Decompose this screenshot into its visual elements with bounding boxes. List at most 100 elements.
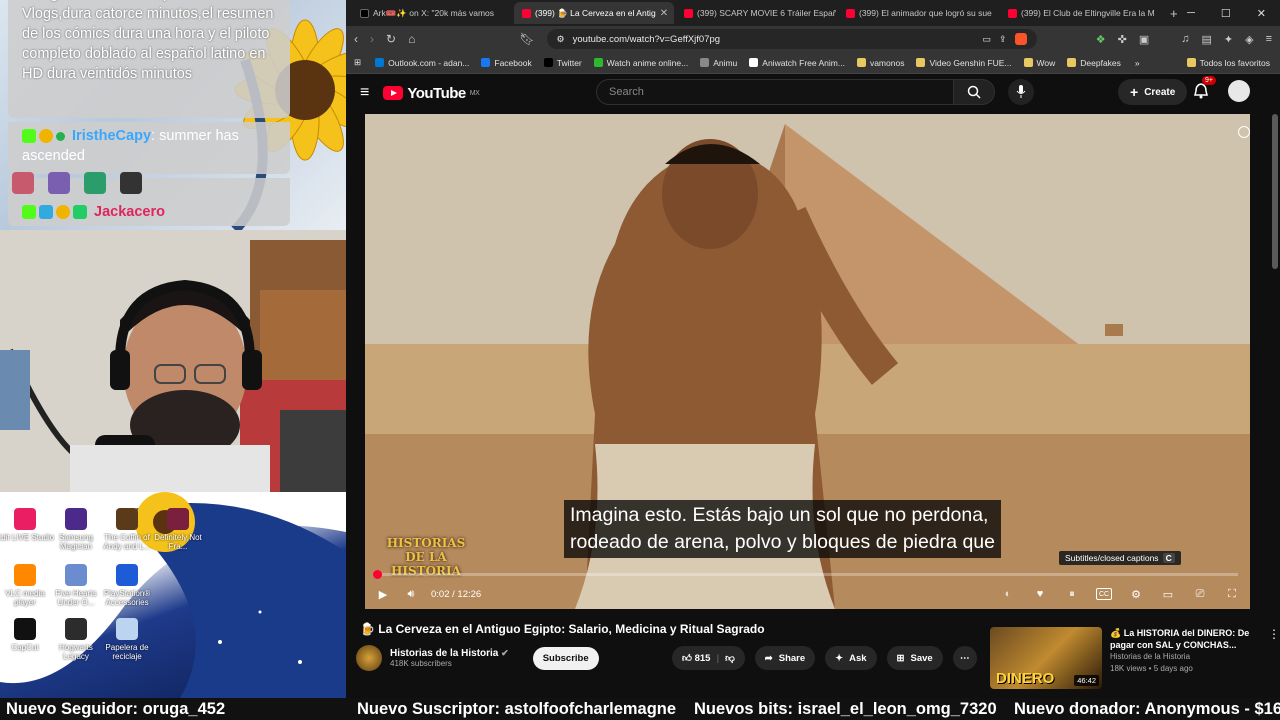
recommended-title[interactable]: 💰 La HISTORIA del DINERO: De pagar con S… bbox=[1110, 627, 1260, 651]
all-bookmarks-folder[interactable]: Todos los favoritos bbox=[1186, 57, 1280, 68]
new-tab-button[interactable]: + bbox=[1170, 6, 1178, 21]
theater-mode-icon[interactable]: ▭ bbox=[1160, 586, 1176, 602]
browser-tab[interactable]: Ark🎟️✨ on X: "20k más vamos bbox=[352, 2, 512, 24]
youtube-logo[interactable]: YouTube MX bbox=[383, 85, 480, 102]
channel-name[interactable]: Historias de la Historia ✔ bbox=[390, 648, 509, 659]
close-icon[interactable]: ✕ bbox=[1257, 7, 1266, 20]
play-button[interactable]: ▶ bbox=[375, 586, 391, 602]
recommended-video[interactable]: DINERO 46:42 💰 La HISTORIA del DINERO: D… bbox=[990, 627, 1280, 691]
forward-icon[interactable]: › bbox=[370, 32, 374, 46]
bookmark-item[interactable]: Video Genshin FUE... bbox=[916, 58, 1012, 68]
bookmark-item[interactable]: vamonos bbox=[856, 58, 904, 68]
settings-gear-icon[interactable]: ⚙︎ bbox=[1128, 586, 1144, 602]
bookmark-favicon-icon bbox=[375, 58, 385, 67]
bookmark-label: Wow bbox=[1036, 57, 1056, 68]
back-icon[interactable]: ‹ bbox=[354, 32, 358, 46]
bookmark-item[interactable]: Wow bbox=[1023, 57, 1056, 68]
page-scrollbar[interactable] bbox=[1272, 114, 1278, 269]
reload-icon[interactable]: ↻ bbox=[386, 32, 396, 46]
bookmark-item[interactable]: Facebook bbox=[481, 58, 532, 68]
heart-icon[interactable]: ♥ bbox=[1032, 586, 1048, 602]
home-icon[interactable]: ⌂ bbox=[408, 32, 415, 46]
menu-icon[interactable]: ≡ bbox=[1266, 33, 1272, 46]
save-label: Save bbox=[910, 652, 933, 664]
autoplay-toggle-icon[interactable]: ◐ bbox=[1000, 586, 1016, 602]
more-actions-button[interactable]: ⋯ bbox=[952, 646, 977, 670]
channel-avatar[interactable] bbox=[356, 645, 382, 671]
fullscreen-icon[interactable]: ⛶ bbox=[1224, 586, 1240, 602]
site-info-icon[interactable]: ⚙︎ bbox=[557, 34, 565, 45]
browser-tab[interactable]: (399) 🍺 La Cerveza en el Antig ✕ bbox=[514, 2, 674, 24]
bookmark-item[interactable]: Outlook.com - adan... bbox=[375, 58, 469, 68]
green-badge-icon bbox=[56, 131, 65, 141]
tab-list: Ark🎟️✨ on X: "20k más vamos (399) 🍺 La Ce… bbox=[352, 2, 1160, 24]
scrubber-handle[interactable] bbox=[373, 570, 382, 579]
music-icon[interactable]: ♫ bbox=[1181, 33, 1189, 46]
share-icon[interactable]: ⇪ bbox=[999, 34, 1007, 45]
ask-button[interactable]: ✦ Ask bbox=[825, 646, 877, 670]
desktop-icon[interactable]: PlayStation® Accessories bbox=[97, 564, 157, 609]
create-button[interactable]: + Create bbox=[1118, 79, 1188, 105]
progress-bar[interactable] bbox=[373, 570, 1238, 579]
bookmark-item[interactable]: Animu bbox=[700, 58, 737, 68]
sidebar-icon[interactable]: ▣ bbox=[1139, 33, 1149, 46]
recommended-meta: 18K views • 5 days ago bbox=[1110, 664, 1193, 673]
youtube-favicon-icon bbox=[522, 8, 531, 18]
bookmark-label: Deepfakes bbox=[1080, 57, 1121, 68]
more-options-icon[interactable]: ⋮ bbox=[1268, 627, 1280, 691]
share-button[interactable]: ➦ Share bbox=[754, 646, 816, 670]
app-icon bbox=[65, 618, 87, 640]
subscribe-button[interactable]: Subscribe bbox=[532, 646, 599, 670]
subtitle-line: rodeado de arena, polvo y bloques de pie… bbox=[570, 531, 995, 553]
tab-close-icon[interactable]: ✕ bbox=[660, 8, 668, 19]
captions-tooltip: Subtitles/closed captions C bbox=[1059, 551, 1181, 565]
ai-icon[interactable]: ✦ bbox=[1224, 33, 1233, 46]
minimize-icon[interactable]: ─ bbox=[1187, 7, 1195, 20]
bookmark-icon[interactable]: 🔖︎ bbox=[519, 32, 534, 46]
extensions-puzzle-icon[interactable]: ✜ bbox=[1118, 33, 1127, 46]
pause-small-icon[interactable]: ⏸︎ bbox=[1064, 586, 1080, 602]
search-input[interactable]: Search bbox=[596, 79, 954, 105]
install-icon[interactable]: ▭ bbox=[982, 34, 991, 45]
volume-icon[interactable]: 🔊︎ bbox=[403, 586, 419, 602]
voice-search-button[interactable] bbox=[1008, 79, 1034, 105]
apps-icon[interactable]: ⊞ bbox=[354, 57, 361, 68]
desktop-icon[interactable]: Papelera de reciclaje bbox=[97, 618, 157, 663]
more-bookmarks-icon[interactable]: » bbox=[1135, 58, 1140, 68]
chat-message: Eltingville Club de Stupid Funks Vlogs,d… bbox=[8, 0, 290, 118]
dislike-button[interactable]: 👎︎ bbox=[725, 652, 735, 664]
browser-window: Ark🎟️✨ on X: "20k más vamos (399) 🍺 La Ce… bbox=[346, 0, 1280, 698]
url-bar[interactable]: ⚙︎ youtube.com/watch?v=GeffXjf07pg ▭ ⇪ bbox=[546, 29, 1037, 49]
bookmark-favicon-icon bbox=[593, 58, 603, 67]
account-avatar[interactable] bbox=[1228, 80, 1250, 102]
hamburger-menu-icon[interactable]: ≡ bbox=[360, 84, 369, 102]
recommended-thumbnail[interactable]: DINERO 46:42 bbox=[990, 627, 1102, 689]
desktop-icon-label: Papelera de reciclaje bbox=[105, 643, 149, 661]
desktop-icon[interactable]: Definitely Not Fra... bbox=[148, 508, 208, 553]
browser-tab[interactable]: (399) El animador que logró su sue bbox=[838, 2, 998, 24]
captions-button[interactable]: CC bbox=[1096, 588, 1112, 600]
bookmark-item[interactable]: Twitter bbox=[543, 58, 582, 68]
bookmark-item[interactable]: Aniwatch Free Anim... bbox=[749, 58, 845, 68]
save-button[interactable]: ⊞ Save bbox=[886, 646, 943, 670]
bookmark-item[interactable]: Watch anime online... bbox=[593, 58, 688, 68]
video-player[interactable]: HISTORIAS DE LA HISTORIA Imagina esto. E… bbox=[365, 114, 1250, 609]
maximize-icon[interactable]: ☐ bbox=[1221, 7, 1231, 20]
desktop-area: Edit LIVE Studio Samsung Magician The Coff… bbox=[0, 492, 346, 698]
wallet-icon[interactable]: ▤ bbox=[1201, 33, 1211, 46]
search-button[interactable] bbox=[953, 79, 995, 105]
stream-overlay: Eltingville Club de Stupid Funks Vlogs,d… bbox=[0, 0, 356, 698]
tab-label: (399) El animador que logró su sue bbox=[859, 8, 992, 18]
like-button[interactable]: 👍︎ 815 bbox=[682, 652, 710, 664]
all-bookmarks-label: Todos los favoritos bbox=[1199, 57, 1270, 68]
extension-icon[interactable]: ❖ bbox=[1096, 33, 1106, 46]
vpn-icon[interactable]: ◈ bbox=[1245, 33, 1253, 46]
browser-tab[interactable]: (399) El Club de Eltingville Era la M bbox=[1000, 2, 1160, 24]
cast-icon[interactable]: ⎚ bbox=[1192, 586, 1208, 602]
bookmark-item[interactable]: Deepfakes bbox=[1067, 58, 1121, 68]
brave-shield-icon[interactable] bbox=[1014, 33, 1027, 45]
recommended-channel[interactable]: Historias de la Historia bbox=[1110, 651, 1260, 663]
shortcut-key: C bbox=[1162, 553, 1175, 563]
sub-badge-icon bbox=[73, 205, 87, 220]
browser-tab[interactable]: (399) SCARY MOVIE 6 Tráiler Españ bbox=[676, 2, 836, 24]
